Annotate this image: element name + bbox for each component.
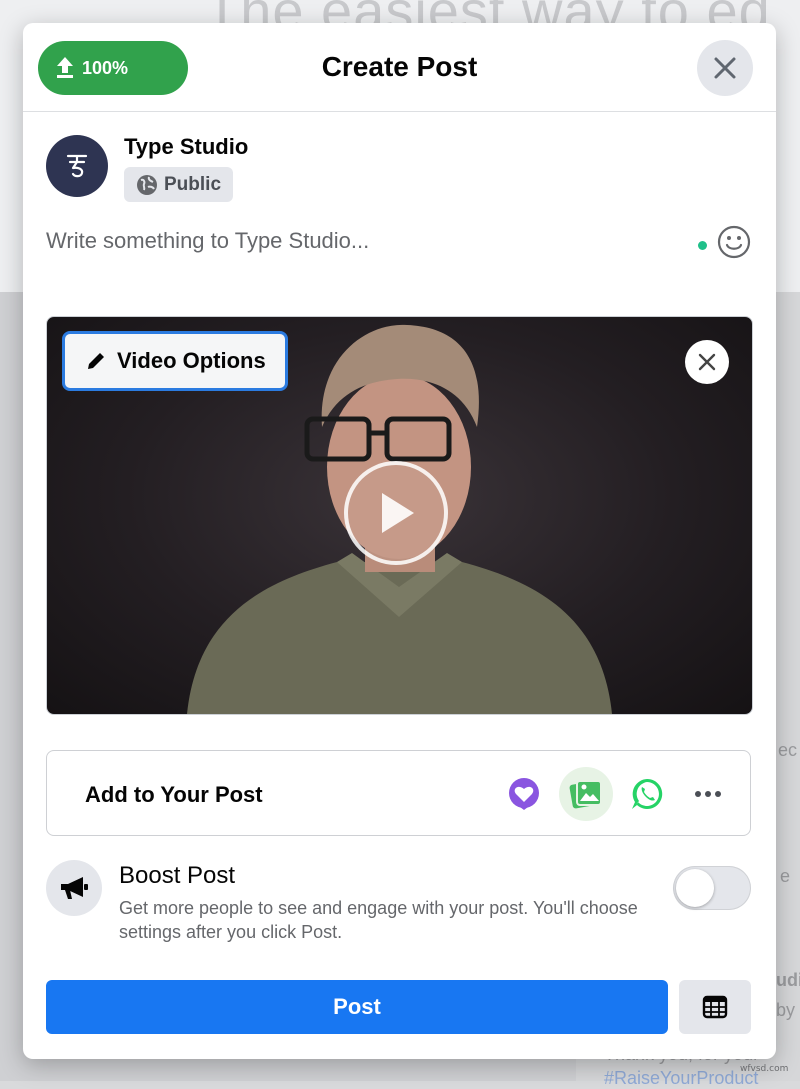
calendar-icon	[702, 995, 728, 1019]
audience-selector[interactable]: Public	[124, 167, 234, 202]
video-preview[interactable]: Video Options	[46, 316, 753, 715]
feeling-heart-icon	[509, 778, 539, 810]
photo-video-icon	[569, 780, 602, 809]
status-dot	[698, 241, 707, 250]
audience-label: Public	[164, 173, 222, 195]
add-to-post-label: Add to Your Post	[85, 782, 263, 807]
megaphone-icon	[61, 877, 88, 899]
video-options-button[interactable]: Video Options	[62, 331, 288, 391]
create-post-dialog: 100% Create Post Type Studio Public Writ…	[23, 23, 776, 1059]
feeling-heart-button[interactable]	[501, 771, 547, 817]
boost-post-toggle[interactable]	[673, 866, 751, 910]
remove-video-button[interactable]	[685, 340, 729, 384]
background-text: e	[780, 866, 791, 886]
close-icon	[698, 353, 716, 371]
boost-icon-container	[46, 860, 102, 916]
whatsapp-button[interactable]	[624, 771, 670, 817]
more-options-button[interactable]	[685, 771, 731, 817]
dialog-header: 100% Create Post	[23, 23, 776, 112]
whatsapp-icon	[632, 778, 663, 809]
play-icon	[382, 493, 414, 533]
watermark: wfvsd.com	[740, 1064, 789, 1074]
close-dialog-button[interactable]	[697, 40, 753, 96]
page-avatar	[46, 135, 108, 197]
post-text-input[interactable]: Write something to Type Studio...	[46, 228, 369, 254]
toggle-knob	[676, 869, 714, 907]
background-hashtag: #RaiseYourProduct	[604, 1068, 759, 1088]
add-to-post-bar: Add to Your Post	[46, 750, 751, 836]
boost-post-description: Get more people to see and engage with y…	[119, 898, 638, 942]
background-text: ec	[778, 740, 798, 760]
background-text: udio	[776, 970, 800, 990]
schedule-button[interactable]	[679, 980, 751, 1034]
boost-post-title: Boost Post	[119, 862, 236, 889]
emoji-button[interactable]	[717, 225, 751, 264]
page-name: Type Studio	[124, 134, 249, 159]
type-studio-logo-icon	[66, 154, 88, 178]
globe-icon	[137, 174, 157, 195]
pencil-icon	[88, 353, 104, 369]
video-options-label: Video Options	[117, 348, 266, 373]
smiley-icon	[717, 225, 751, 259]
dialog-title: Create Post	[321, 51, 478, 82]
more-icon	[695, 791, 721, 797]
close-icon	[714, 57, 736, 79]
post-button[interactable]: Post	[46, 980, 668, 1034]
play-button[interactable]	[344, 461, 448, 565]
background-text: by (	[776, 1000, 800, 1020]
photo-video-button[interactable]	[559, 767, 613, 821]
